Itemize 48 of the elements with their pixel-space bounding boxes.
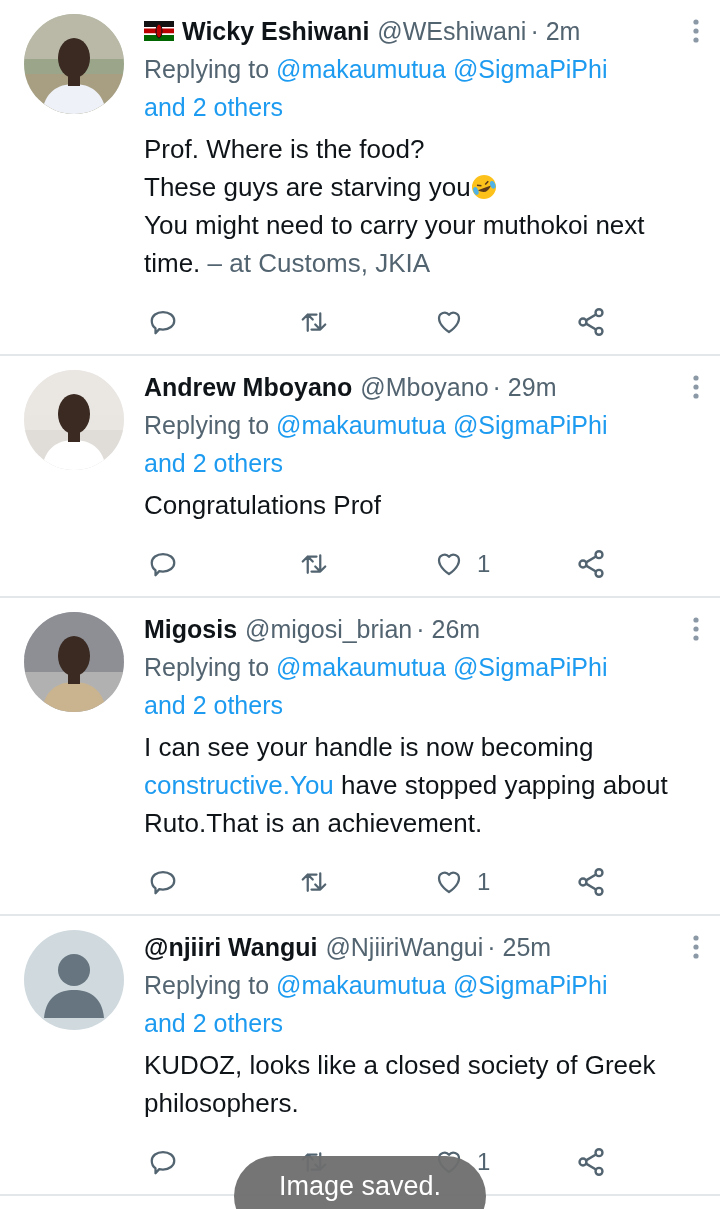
tweet-time: · 29m	[492, 372, 557, 403]
tweet-time: · 26m	[416, 614, 481, 645]
more-options-icon[interactable]	[692, 616, 700, 642]
mention-link[interactable]: @SigmaPiPhi	[452, 411, 608, 439]
tweet-text: I can see your handle is now becoming constructive.You have stopped yapping about Ruto.That is an achievement.	[144, 731, 669, 840]
mention-link[interactable]: @SigmaPiPhi	[452, 653, 608, 681]
user-handle[interactable]: @WEshiwani	[377, 14, 527, 48]
more-options-icon[interactable]	[692, 934, 700, 960]
tweet-text: KUDOZ, looks like a closed society of Greek philosophers.	[144, 1049, 657, 1120]
more-options-icon[interactable]	[692, 374, 700, 400]
others-link[interactable]: and 2 others	[144, 691, 283, 719]
mention-link[interactable]: @SigmaPiPhi	[452, 55, 608, 83]
share-icon[interactable]	[575, 548, 607, 580]
others-link[interactable]: and 2 others	[144, 93, 283, 121]
mention-link[interactable]: @makaumutua	[276, 653, 446, 681]
replying-to-label: Replying to	[144, 653, 270, 681]
location-link[interactable]: – at Customs, JKIA	[207, 248, 431, 278]
others-link[interactable]: and 2 others	[144, 449, 283, 477]
display-name[interactable]: @njiiri Wangui	[144, 930, 318, 964]
flag-icon	[144, 21, 174, 41]
mention-link[interactable]: @makaumutua	[276, 971, 446, 999]
like-count: 1	[477, 549, 492, 579]
more-options-icon[interactable]	[692, 18, 700, 44]
tweet-text: Congratulations Prof	[144, 489, 383, 522]
replying-to-label: Replying to	[144, 411, 270, 439]
like-count: 1	[477, 1147, 492, 1177]
share-icon[interactable]	[575, 866, 607, 898]
tweet-time: · 2m	[530, 16, 581, 47]
mention-link[interactable]: @makaumutua	[276, 55, 446, 83]
replying-to-label: Replying to	[144, 971, 270, 999]
tweet-text: Prof. Where is the food? These guys are starving you You might need to carry your muthokoi next time. – at Customs, JKIA	[144, 133, 646, 280]
share-icon[interactable]	[575, 306, 607, 338]
laughing-emoji-icon	[470, 174, 497, 200]
user-handle[interactable]: @migosi_brian	[245, 612, 413, 646]
mention-link[interactable]: @SigmaPiPhi	[452, 971, 608, 999]
link[interactable]: constructive.You	[144, 770, 334, 800]
share-icon[interactable]	[575, 1146, 607, 1178]
replying-to-label: Replying to	[144, 55, 270, 83]
tweet-time: · 25m	[487, 932, 552, 963]
mention-link[interactable]: @makaumutua	[276, 411, 446, 439]
others-link[interactable]: and 2 others	[144, 1009, 283, 1037]
like-count: 1	[477, 867, 492, 897]
user-handle[interactable]: @Mboyano	[360, 370, 489, 404]
default-avatar-icon[interactable]	[24, 930, 124, 1030]
display-name[interactable]: Migosis	[144, 612, 238, 646]
display-name[interactable]: Andrew Mboyano	[144, 370, 353, 404]
user-handle[interactable]: @NjiiriWangui	[325, 930, 484, 964]
display-name[interactable]: Wicky Eshiwani	[182, 14, 370, 48]
